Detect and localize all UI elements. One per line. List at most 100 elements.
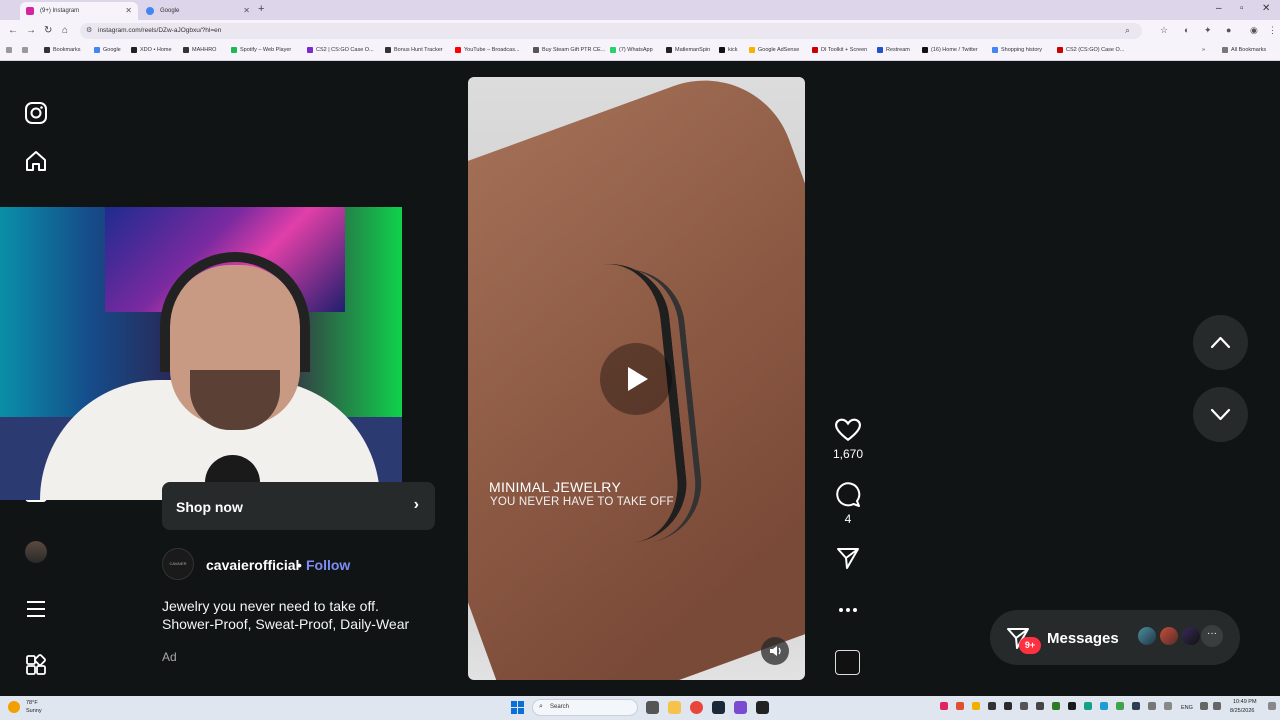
bookmark-item[interactable]: Restream bbox=[877, 47, 910, 53]
bookmark-item[interactable]: (7) WhatsApp bbox=[610, 47, 653, 53]
tray-icon[interactable] bbox=[1132, 702, 1140, 710]
bookmark-item[interactable]: (16) Home / Twitter bbox=[922, 47, 978, 53]
tray-icon[interactable] bbox=[1004, 702, 1012, 710]
bookmark-item[interactable]: YouTube – Broadcas... bbox=[455, 47, 520, 53]
bookmark-item[interactable]: Bookmarks bbox=[44, 47, 81, 53]
tray-icon[interactable] bbox=[1052, 702, 1060, 710]
zoom-icon[interactable]: ⌕ bbox=[1125, 25, 1130, 36]
more-options-icon[interactable] bbox=[832, 600, 864, 620]
bookmark-star-icon[interactable]: ☆ bbox=[1160, 25, 1168, 36]
browser-avatar[interactable]: ◉ bbox=[1250, 25, 1258, 36]
like-heart-icon[interactable] bbox=[832, 417, 864, 443]
new-tab-button[interactable]: + bbox=[258, 3, 264, 15]
forward-icon[interactable]: → bbox=[26, 25, 36, 36]
extension-icon[interactable]: ◐ bbox=[1184, 25, 1189, 35]
tray-icon[interactable] bbox=[988, 702, 996, 710]
tray-icon[interactable] bbox=[956, 702, 964, 710]
bookmark-item[interactable]: kick bbox=[719, 47, 737, 53]
bookmark-item[interactable]: Spotify – Web Player bbox=[231, 47, 291, 53]
instagram-logo-icon[interactable] bbox=[24, 101, 48, 125]
menu-icon[interactable] bbox=[24, 597, 48, 621]
steam-icon[interactable] bbox=[712, 701, 725, 714]
mute-button[interactable] bbox=[761, 637, 789, 665]
extensions-puzzle-icon[interactable]: ✦ bbox=[1204, 25, 1212, 36]
tray-icon[interactable] bbox=[1100, 702, 1108, 710]
bookmark-item[interactable]: Bonus Hunt Tracker bbox=[385, 47, 443, 53]
tray-icon[interactable] bbox=[1036, 702, 1044, 710]
instagram-favicon-icon bbox=[26, 7, 34, 15]
more-bookmarks-icon[interactable]: » bbox=[1202, 47, 1205, 53]
language-indicator[interactable]: ENG bbox=[1181, 705, 1193, 711]
all-bookmarks[interactable]: All Bookmarks bbox=[1222, 47, 1266, 53]
speaker-icon bbox=[770, 646, 781, 656]
previous-reel-button[interactable] bbox=[1193, 315, 1248, 370]
bookmark-item[interactable]: CS2 | CS:GO Case O... bbox=[307, 47, 374, 53]
windows-start-icon[interactable] bbox=[511, 701, 524, 714]
home-icon[interactable] bbox=[24, 149, 48, 173]
more-apps-icon[interactable] bbox=[24, 653, 48, 677]
browser-menu-icon[interactable]: ⋮ bbox=[1268, 25, 1277, 36]
tray-icon[interactable] bbox=[1020, 702, 1028, 710]
app-icon[interactable] bbox=[756, 701, 769, 714]
comment-icon[interactable] bbox=[832, 482, 864, 508]
clock-time[interactable]: 10:49 PM bbox=[1233, 699, 1257, 705]
taskbar-search[interactable]: ⌕ Search bbox=[532, 699, 638, 716]
microphone-tray-icon[interactable] bbox=[1164, 702, 1172, 710]
message-avatar[interactable] bbox=[1180, 625, 1202, 647]
share-icon[interactable] bbox=[832, 546, 864, 570]
tray-icon[interactable] bbox=[1116, 702, 1124, 710]
post-caption: Jewelry you never need to take off. Show… bbox=[162, 598, 410, 632]
maximize-button[interactable]: ▫ bbox=[1240, 3, 1244, 14]
bookmark-item[interactable]: MAHHRO bbox=[183, 47, 216, 53]
file-explorer-icon[interactable] bbox=[668, 701, 681, 714]
shop-now-label: Shop now bbox=[176, 499, 243, 515]
follow-button[interactable]: Follow bbox=[306, 557, 350, 573]
bookmark-item[interactable]: MatlemanSpin bbox=[666, 47, 710, 53]
bookmark-item[interactable]: Buy Steam Gift PTR CE... bbox=[533, 47, 605, 53]
app-icon[interactable] bbox=[734, 701, 747, 714]
message-avatar[interactable] bbox=[1136, 625, 1158, 647]
site-info-icon[interactable]: ⚙ bbox=[86, 26, 92, 34]
account-avatar[interactable]: CAVAIER bbox=[162, 548, 194, 580]
bookmark-item[interactable]: Google bbox=[94, 47, 121, 53]
account-name[interactable]: cavaierofficial bbox=[206, 557, 299, 573]
tray-icon[interactable] bbox=[1084, 702, 1092, 710]
home-browser-icon[interactable]: ⌂ bbox=[62, 25, 68, 36]
close-tab-icon[interactable]: ✕ bbox=[125, 6, 132, 15]
tray-icon[interactable] bbox=[1068, 702, 1076, 710]
more-messages-icon[interactable]: ··· bbox=[1201, 625, 1223, 647]
bookmark-item[interactable]: XDO • Home bbox=[131, 47, 172, 53]
tray-icon[interactable] bbox=[940, 702, 948, 710]
next-reel-button[interactable] bbox=[1193, 387, 1248, 442]
minimize-button[interactable]: – bbox=[1216, 3, 1222, 14]
bookmark-item[interactable]: Google AdSense bbox=[749, 47, 799, 53]
audio-thumbnail[interactable] bbox=[835, 650, 860, 675]
url-text: instagram.com/reels/DZw-aJOgbxu/?hl=en bbox=[98, 27, 222, 34]
tray-icon[interactable] bbox=[1148, 702, 1156, 710]
task-view-icon[interactable] bbox=[646, 701, 659, 714]
back-icon[interactable]: ← bbox=[8, 25, 18, 36]
play-icon bbox=[628, 367, 648, 391]
weather-icon[interactable] bbox=[8, 701, 20, 713]
clock-date[interactable]: 8/25/2026 bbox=[1230, 708, 1254, 714]
close-window-button[interactable]: ✕ bbox=[1262, 3, 1270, 14]
bookmark-item[interactable]: DI Toolkit + Screen bbox=[812, 47, 867, 53]
tab-instagram[interactable]: (9+) Instagram ✕ bbox=[20, 2, 138, 20]
profile-avatar[interactable] bbox=[25, 541, 47, 563]
volume-icon[interactable] bbox=[1213, 702, 1221, 710]
bookmark-item[interactable]: CS2 (CS:GO) Case O... bbox=[1057, 47, 1124, 53]
play-button[interactable] bbox=[600, 343, 672, 415]
url-field[interactable]: ⚙ instagram.com/reels/DZw-aJOgbxu/?hl=en bbox=[80, 23, 1142, 39]
wifi-icon[interactable] bbox=[1200, 702, 1208, 710]
chevron-right-icon: › bbox=[413, 496, 419, 513]
reload-icon[interactable]: ↻ bbox=[44, 25, 52, 36]
message-avatar[interactable] bbox=[1158, 625, 1180, 647]
profile-icon[interactable]: ● bbox=[1226, 25, 1231, 35]
notifications-icon[interactable] bbox=[1268, 702, 1276, 710]
tray-icon[interactable] bbox=[972, 702, 980, 710]
close-tab-icon[interactable]: ✕ bbox=[243, 6, 250, 15]
chrome-icon[interactable] bbox=[690, 701, 703, 714]
bookmark-item[interactable]: Shopping history bbox=[992, 47, 1042, 53]
tab-google[interactable]: Google ✕ bbox=[140, 2, 256, 20]
shop-now-button[interactable]: Shop now › bbox=[162, 482, 435, 530]
